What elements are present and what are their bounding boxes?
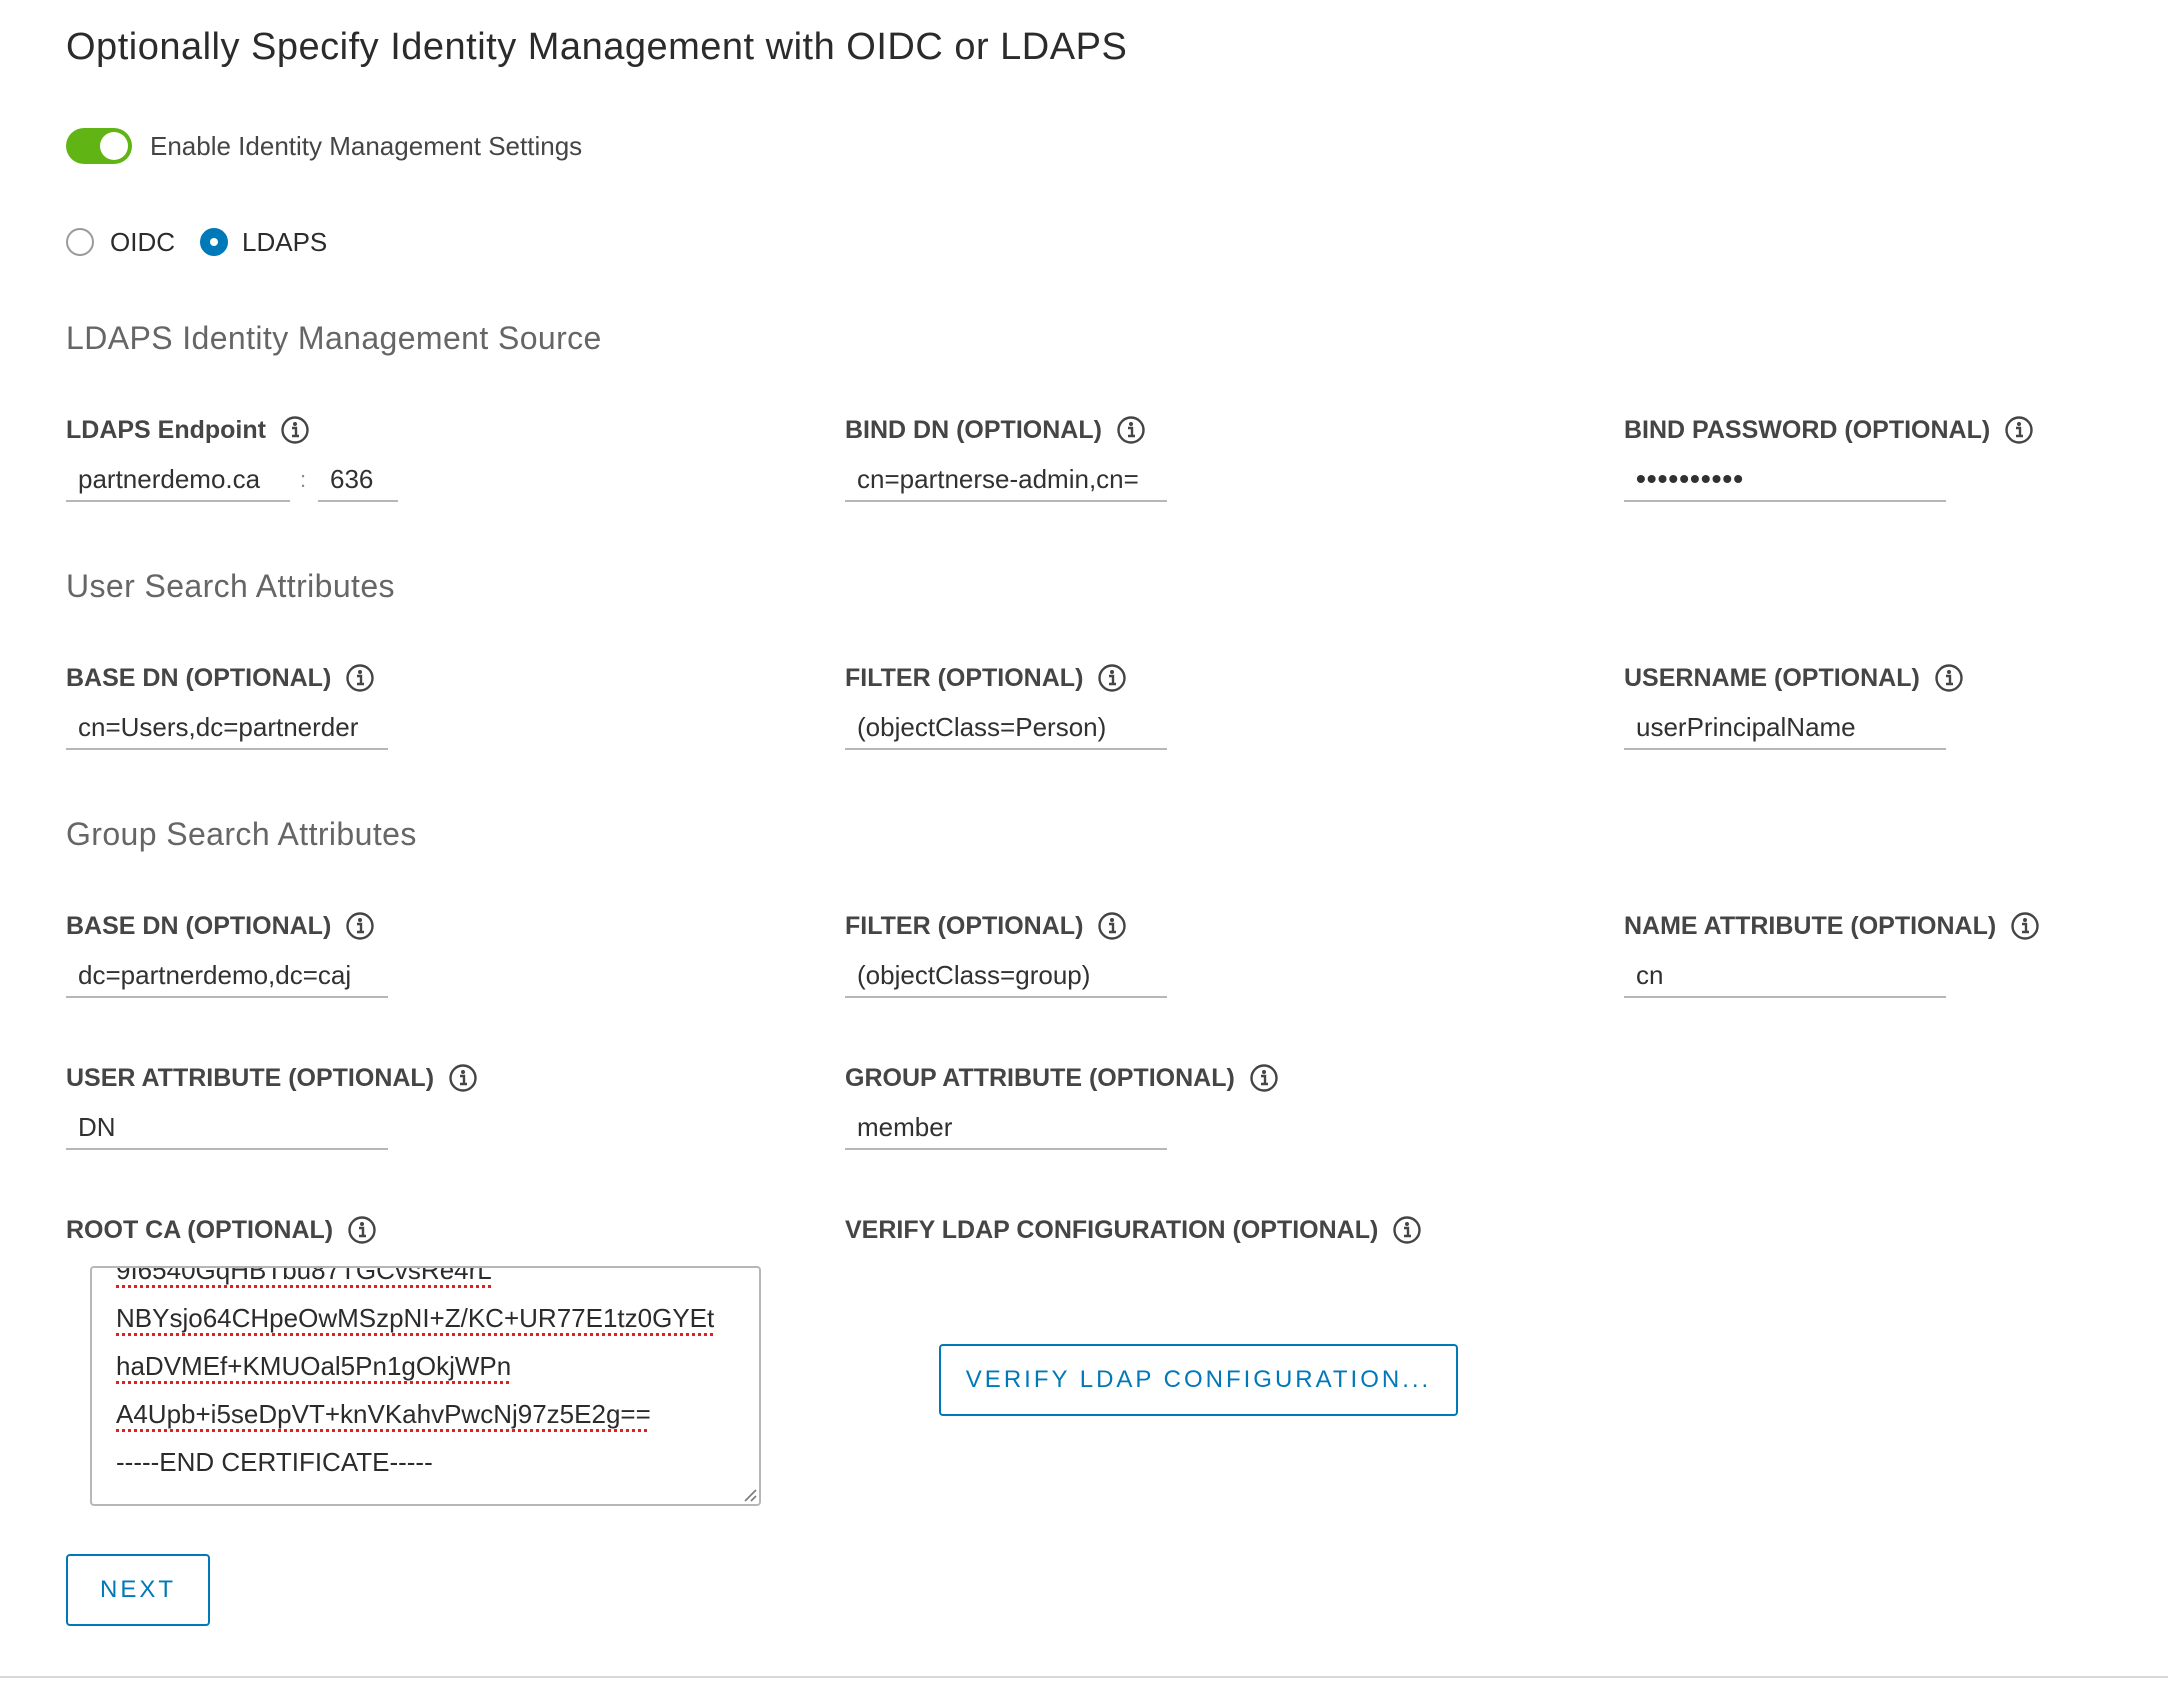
endpoint-port-separator: : — [300, 467, 307, 492]
oidc-radio[interactable] — [66, 228, 94, 256]
bind-dn-label: BIND DN (OPTIONAL) — [845, 415, 1146, 445]
toggle-label: Enable Identity Management Settings — [150, 131, 583, 161]
ldaps-endpoint-label: LDAPS Endpoint — [66, 415, 310, 445]
group-search-title: Group Search Attributes — [66, 816, 417, 852]
info-icon[interactable] — [345, 911, 375, 941]
username-label: USERNAME (OPTIONAL) — [1624, 663, 1964, 693]
ldaps-radio-label[interactable]: LDAPS — [242, 227, 327, 258]
info-icon[interactable] — [2010, 911, 2040, 941]
ldaps-radio[interactable] — [200, 228, 228, 256]
group-base-dn-label: BASE DN (OPTIONAL) — [66, 911, 375, 941]
oidc-radio-label[interactable]: OIDC — [110, 227, 175, 258]
page-title: Optionally Specify Identity Management w… — [66, 26, 1128, 68]
info-icon[interactable] — [347, 1215, 377, 1245]
group-base-dn-input[interactable]: dc=partnerdemo,dc=caj — [66, 952, 388, 998]
info-icon[interactable] — [1097, 663, 1127, 693]
next-button[interactable]: NEXT — [66, 1554, 210, 1626]
verify-ldap-button[interactable]: VERIFY LDAP CONFIGURATION... — [939, 1344, 1458, 1416]
username-input[interactable]: userPrincipalName — [1624, 704, 1946, 750]
verify-ldap-label: VERIFY LDAP CONFIGURATION (OPTIONAL) — [845, 1215, 1422, 1245]
radio-selected-dot — [210, 238, 218, 246]
name-attribute-input[interactable]: cn — [1624, 952, 1946, 998]
info-icon[interactable] — [1116, 415, 1146, 445]
user-attribute-label: USER ATTRIBUTE (OPTIONAL) — [66, 1063, 478, 1093]
info-icon[interactable] — [448, 1063, 478, 1093]
name-attribute-label: NAME ATTRIBUTE (OPTIONAL) — [1624, 911, 2040, 941]
bind-password-label: BIND PASSWORD (OPTIONAL) — [1624, 415, 2034, 445]
info-icon[interactable] — [2004, 415, 2034, 445]
bind-dn-input[interactable]: cn=partnerse-admin,cn= — [845, 456, 1167, 502]
cert-line: A4Upb+i5seDpVT+knVKahvPwcNj97z5E2g== — [116, 1399, 651, 1429]
info-icon[interactable] — [345, 663, 375, 693]
bottom-divider — [0, 1676, 2168, 1678]
resize-handle-icon[interactable] — [741, 1486, 757, 1502]
ldaps-endpoint-host-input[interactable]: partnerdemo.ca — [66, 456, 290, 502]
root-ca-label: ROOT CA (OPTIONAL) — [66, 1215, 377, 1245]
user-attribute-input[interactable]: DN — [66, 1104, 388, 1150]
info-icon[interactable] — [280, 415, 310, 445]
info-icon[interactable] — [1097, 911, 1127, 941]
group-attribute-input[interactable]: member — [845, 1104, 1167, 1150]
user-search-title: User Search Attributes — [66, 568, 395, 604]
user-filter-input[interactable]: (objectClass=Person) — [845, 704, 1167, 750]
ldaps-endpoint-port-input[interactable]: 636 — [318, 456, 398, 502]
ldaps-source-title: LDAPS Identity Management Source — [66, 320, 602, 356]
root-ca-textarea[interactable]: 9I6540GqHBTbu87TGCvsRe4rL NBYsjo64CHpeOw… — [90, 1266, 761, 1506]
toggle-knob — [100, 132, 128, 160]
info-icon[interactable] — [1392, 1215, 1422, 1245]
group-attribute-label: GROUP ATTRIBUTE (OPTIONAL) — [845, 1063, 1279, 1093]
cert-line: -----END CERTIFICATE----- — [116, 1447, 433, 1477]
identity-management-toggle[interactable] — [66, 128, 132, 164]
info-icon[interactable] — [1934, 663, 1964, 693]
cert-line: NBYsjo64CHpeOwMSzpNI+Z/KC+UR77E1tz0GYEt — [116, 1303, 715, 1333]
group-filter-label: FILTER (OPTIONAL) — [845, 911, 1127, 941]
user-base-dn-input[interactable]: cn=Users,dc=partnerder — [66, 704, 388, 750]
user-base-dn-label: BASE DN (OPTIONAL) — [66, 663, 375, 693]
bind-password-input[interactable]: •••••••••• — [1624, 456, 1946, 502]
cert-line: 9I6540GqHBTbu87TGCvsRe4rL — [116, 1266, 492, 1285]
info-icon[interactable] — [1249, 1063, 1279, 1093]
group-filter-input[interactable]: (objectClass=group) — [845, 952, 1167, 998]
user-filter-label: FILTER (OPTIONAL) — [845, 663, 1127, 693]
cert-line: haDVMEf+KMUOal5Pn1gOkjWPn — [116, 1351, 512, 1381]
